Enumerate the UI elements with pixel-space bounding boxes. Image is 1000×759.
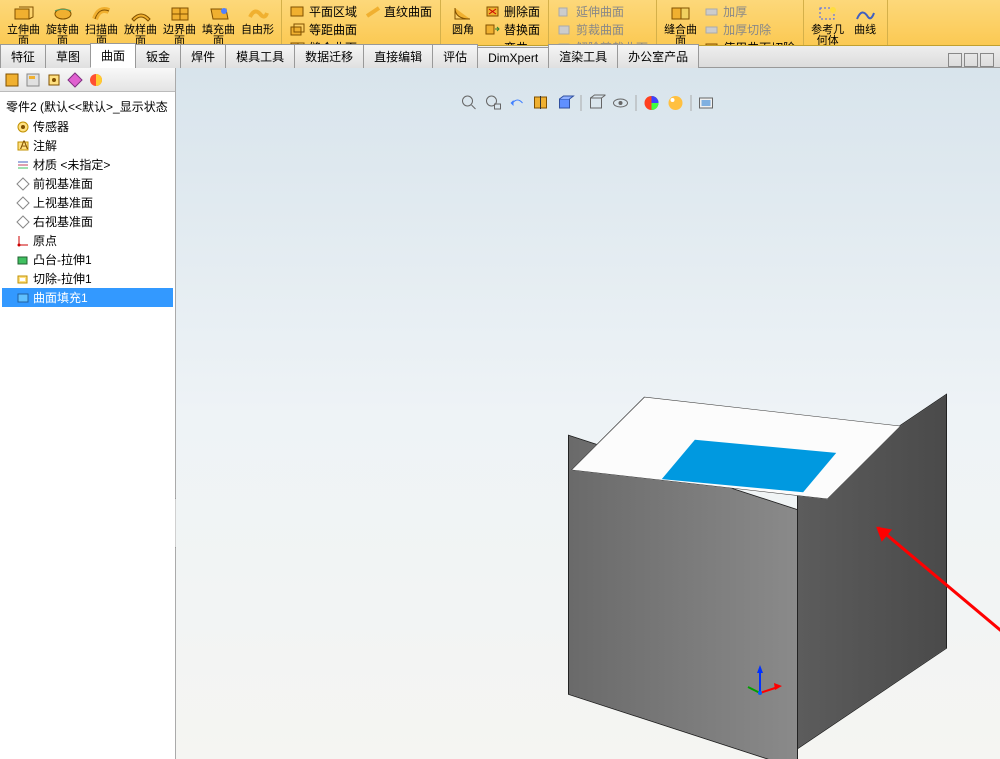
- reference-geometry-button[interactable]: 参考几何体: [808, 2, 847, 46]
- origin-triad-icon: [744, 663, 784, 703]
- tree-item-annotations[interactable]: A注解: [2, 136, 173, 155]
- view-settings-icon[interactable]: [698, 94, 716, 112]
- flex-button[interactable]: 弯曲: [483, 39, 542, 46]
- tab-directedit[interactable]: 直接编辑: [363, 44, 433, 68]
- ribbon-group-reference: 参考几何体 曲线: [804, 0, 888, 45]
- thicken-cut-button: 加厚切除: [702, 21, 797, 38]
- tab-weldments[interactable]: 焊件: [180, 44, 226, 68]
- display-style-icon[interactable]: [588, 94, 606, 112]
- panel-tabs: [0, 68, 175, 92]
- edit-appearance-icon[interactable]: [643, 94, 661, 112]
- window-close-icon[interactable]: [980, 53, 994, 67]
- tree-item-top-plane[interactable]: 上视基准面: [2, 193, 173, 212]
- cut-with-surface-button[interactable]: 使用曲面切除: [702, 39, 797, 46]
- ribbon-group-trim: 延伸曲面 剪裁曲面 解除剪裁曲面: [549, 0, 657, 45]
- tab-dimxpert[interactable]: DimXpert: [477, 47, 549, 68]
- tab-moldtools[interactable]: 模具工具: [225, 44, 295, 68]
- section-view-icon[interactable]: [533, 94, 551, 112]
- tree-item-front-plane[interactable]: 前视基准面: [2, 174, 173, 193]
- freeform-button[interactable]: 自由形: [238, 2, 277, 38]
- window-restore-icon[interactable]: [964, 53, 978, 67]
- toolbar-separator: [691, 95, 692, 111]
- zoom-fit-icon[interactable]: [461, 94, 479, 112]
- dimxpert-tab-icon[interactable]: [65, 70, 85, 90]
- main-area: 零件2 (默认<<默认>_显示状态 传感器 A注解 材质 <未指定> 前视基准面…: [0, 68, 1000, 759]
- swept-surface-button[interactable]: 扫描曲面: [82, 2, 121, 46]
- tree-item-material[interactable]: 材质 <未指定>: [2, 155, 173, 174]
- ribbon-group-knit: 缝合曲面 加厚 加厚切除 使用曲面切除: [657, 0, 804, 45]
- revolved-surface-button[interactable]: 旋转曲面: [43, 2, 82, 46]
- curves-button[interactable]: 曲线: [847, 2, 883, 38]
- extruded-surface-button[interactable]: 立伸曲面: [4, 2, 43, 46]
- tab-features[interactable]: 特征: [0, 44, 46, 68]
- extend-surface-button: 延伸曲面: [555, 3, 650, 20]
- zoom-area-icon[interactable]: [485, 94, 503, 112]
- feature-tree: 零件2 (默认<<默认>_显示状态 传感器 A注解 材质 <未指定> 前视基准面…: [0, 92, 175, 759]
- toolbar-separator: [581, 95, 582, 111]
- replace-face-button[interactable]: 替换面: [483, 21, 542, 38]
- window-minimize-icon[interactable]: [948, 53, 962, 67]
- ribbon-group-fillet: 圆角 删除面 替换面 弯曲: [441, 0, 549, 45]
- hide-show-icon[interactable]: [612, 94, 630, 112]
- lofted-surface-button[interactable]: 放样曲面: [121, 2, 160, 46]
- view-orientation-icon[interactable]: [557, 94, 575, 112]
- tab-evaluate[interactable]: 评估: [432, 44, 478, 68]
- boundary-surface-button[interactable]: 边界曲面: [160, 2, 199, 46]
- svg-text:A: A: [20, 139, 28, 152]
- tab-sketch[interactable]: 草图: [45, 44, 91, 68]
- fillet-button[interactable]: 圆角: [445, 2, 481, 38]
- offset-surface-button[interactable]: 等距曲面: [288, 21, 359, 38]
- property-manager-tab-icon[interactable]: [23, 70, 43, 90]
- configuration-tab-icon[interactable]: [44, 70, 64, 90]
- previous-view-icon[interactable]: [509, 94, 527, 112]
- delete-face-button[interactable]: 删除面: [483, 3, 542, 20]
- command-tabs: 特征 草图 曲面 钣金 焊件 模具工具 数据迁移 直接编辑 评估 DimXper…: [0, 46, 1000, 68]
- tab-render[interactable]: 渲染工具: [548, 44, 618, 68]
- tab-datamigration[interactable]: 数据迁移: [294, 44, 364, 68]
- thicken-button: 加厚: [702, 3, 797, 20]
- tree-root-title[interactable]: 零件2 (默认<<默认>_显示状态: [2, 96, 173, 117]
- tree-item-origin[interactable]: 原点: [2, 231, 173, 250]
- ruled-surface-button[interactable]: 直纹曲面: [363, 3, 434, 20]
- tab-office[interactable]: 办公室产品: [617, 44, 699, 68]
- tree-item-cut-extrude1[interactable]: 切除-拉伸1: [2, 269, 173, 288]
- tab-surfaces[interactable]: 曲面: [90, 43, 136, 68]
- tree-item-right-plane[interactable]: 右视基准面: [2, 212, 173, 231]
- ribbon-group-planar: 平面区域 等距曲面 缝合曲面 直纹曲面: [282, 0, 441, 45]
- trim-surface-button: 剪裁曲面: [555, 21, 650, 38]
- heads-up-toolbar: [461, 94, 716, 112]
- toolbar-separator: [636, 95, 637, 111]
- feature-manager-panel: 零件2 (默认<<默认>_显示状态 传感器 A注解 材质 <未指定> 前视基准面…: [0, 68, 176, 759]
- ribbon-group-surface-create: 立伸曲面 旋转曲面 扫描曲面 放样曲面 边界曲面 填充曲面 自由形: [0, 0, 282, 45]
- tab-sheetmetal[interactable]: 钣金: [135, 44, 181, 68]
- planar-region-button[interactable]: 平面区域: [288, 3, 359, 20]
- knit-surface-large-button[interactable]: 缝合曲面: [661, 2, 700, 46]
- graphics-viewport[interactable]: [176, 68, 1000, 759]
- tree-item-boss-extrude1[interactable]: 凸台-拉伸1: [2, 250, 173, 269]
- filled-surface-button[interactable]: 填充曲面: [199, 2, 238, 46]
- apply-scene-icon[interactable]: [667, 94, 685, 112]
- feature-tree-tab-icon[interactable]: [2, 70, 22, 90]
- display-manager-tab-icon[interactable]: [86, 70, 106, 90]
- tree-item-sensors[interactable]: 传感器: [2, 117, 173, 136]
- tree-item-surface-fill1[interactable]: 曲面填充1: [2, 288, 173, 307]
- window-controls: [948, 53, 1000, 67]
- ribbon-toolbar: 立伸曲面 旋转曲面 扫描曲面 放样曲面 边界曲面 填充曲面 自由形 平面区域 等…: [0, 0, 1000, 46]
